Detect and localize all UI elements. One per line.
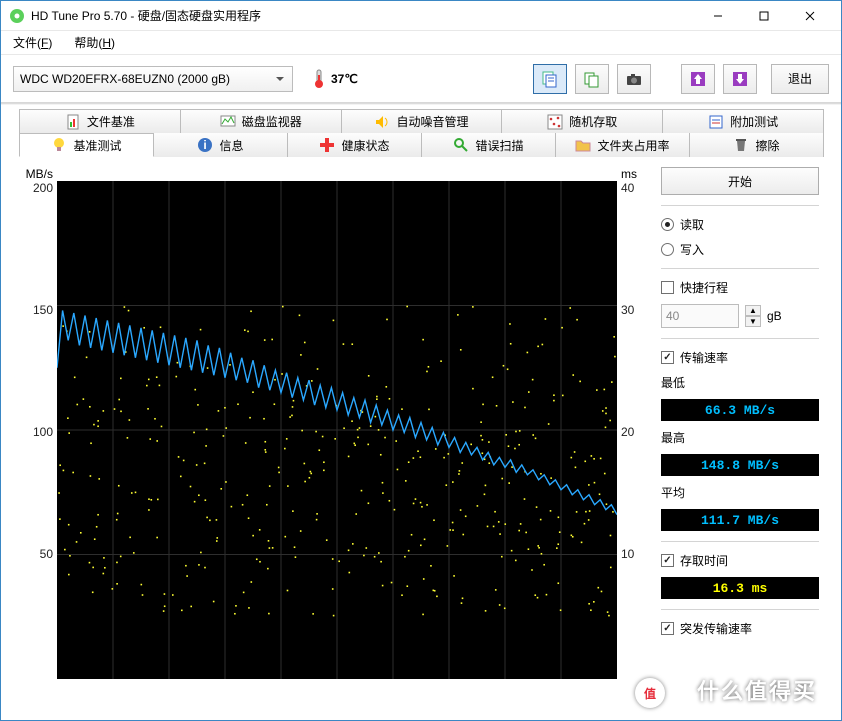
checkbox-icon <box>661 554 674 567</box>
start-button[interactable]: 开始 <box>661 167 819 195</box>
min-label: 最低 <box>661 374 819 391</box>
load-icon <box>731 70 749 88</box>
max-value: 148.8 MB/s <box>661 454 819 476</box>
checkbox-icon <box>661 622 674 635</box>
access-value: 16.3 ms <box>661 577 819 599</box>
menubar: 文件(F) 帮助(H) <box>1 31 841 55</box>
right-panel: 开始 读取 写入 快捷行程 ▲▼ gB 传输速率 最低 66.3 MB/s 最高… <box>661 167 819 679</box>
camera-icon <box>625 70 643 88</box>
tab-container: 文件基准 磁盘监视器 自动噪音管理 随机存取 附加测试 基准测试 i信息 健康状… <box>1 105 841 157</box>
checkbox-burst[interactable]: 突发传输速率 <box>661 620 819 637</box>
spin-down[interactable]: ▼ <box>745 316 761 327</box>
bulb-icon <box>51 137 67 153</box>
minimize-button[interactable] <box>695 1 741 31</box>
tab-disk-monitor[interactable]: 磁盘监视器 <box>180 109 342 133</box>
file-bench-icon <box>65 114 81 130</box>
copy-text-icon <box>541 70 559 88</box>
temperature-display: 37℃ <box>311 69 358 89</box>
tab-erase[interactable]: 擦除 <box>689 133 824 157</box>
health-icon <box>319 137 335 153</box>
spin-up[interactable]: ▲ <box>745 305 761 316</box>
window-title: HD Tune Pro 5.70 - 硬盘/固态硬盘实用程序 <box>31 7 695 24</box>
chart-column: MB/s ms 200 150 100 50 40 30 20 10 <box>17 167 651 679</box>
temperature-value: 37℃ <box>331 72 358 86</box>
y-left-unit: MB/s <box>17 167 57 181</box>
shortstroke-input[interactable] <box>661 304 739 328</box>
max-label: 最高 <box>661 429 819 446</box>
maximize-button[interactable] <box>741 1 787 31</box>
radio-icon <box>661 243 674 256</box>
trash-icon <box>733 137 749 153</box>
tab-error-scan[interactable]: 错误扫描 <box>421 133 556 157</box>
save-button[interactable] <box>681 64 715 94</box>
watermark-logo: 值 <box>635 678 665 708</box>
tab-info[interactable]: i信息 <box>153 133 288 157</box>
extra-icon <box>708 114 724 130</box>
checkbox-transfer[interactable]: 传输速率 <box>661 349 819 366</box>
y-axis-right: 40 30 20 10 <box>617 181 651 679</box>
y-axis-left: 200 150 100 50 <box>17 181 57 679</box>
drive-label: WDC WD20EFRX-68EUZN0 (2000 gB) <box>20 72 230 86</box>
tab-extra-tests[interactable]: 附加测试 <box>662 109 824 133</box>
screenshot-button[interactable] <box>617 64 651 94</box>
toolbar: WDC WD20EFRX-68EUZN0 (2000 gB) 37℃ 退出 <box>1 55 841 103</box>
tab-benchmark[interactable]: 基准测试 <box>19 133 154 157</box>
radio-write[interactable]: 写入 <box>661 241 819 258</box>
min-value: 66.3 MB/s <box>661 399 819 421</box>
drive-selector[interactable]: WDC WD20EFRX-68EUZN0 (2000 gB) <box>13 66 293 92</box>
scan-icon <box>453 137 469 153</box>
folder-icon <box>575 137 591 153</box>
save-icon <box>689 70 707 88</box>
tab-folder-usage[interactable]: 文件夹占用率 <box>555 133 690 157</box>
app-icon <box>9 8 25 24</box>
speaker-icon <box>374 114 390 130</box>
shortstroke-spinner: ▲▼ gB <box>661 304 819 328</box>
copy-sheet-icon <box>583 70 601 88</box>
radio-icon <box>661 218 674 231</box>
tab-random-access[interactable]: 随机存取 <box>501 109 663 133</box>
menu-file[interactable]: 文件(F) <box>9 32 56 53</box>
thermometer-icon <box>311 69 327 89</box>
checkbox-icon <box>661 351 674 364</box>
benchmark-chart <box>57 181 617 679</box>
y-right-unit: ms <box>617 167 651 181</box>
load-button[interactable] <box>723 64 757 94</box>
menu-help[interactable]: 帮助(H) <box>70 32 119 53</box>
titlebar: HD Tune Pro 5.70 - 硬盘/固态硬盘实用程序 <box>1 1 841 31</box>
avg-label: 平均 <box>661 484 819 501</box>
exit-button[interactable]: 退出 <box>771 64 829 94</box>
info-icon: i <box>197 137 213 153</box>
copy-info-button[interactable] <box>533 64 567 94</box>
avg-value: 111.7 MB/s <box>661 509 819 531</box>
close-button[interactable] <box>787 1 833 31</box>
svg-text:i: i <box>204 138 207 152</box>
random-icon <box>547 114 563 130</box>
monitor-icon <box>220 114 236 130</box>
checkbox-shortstroke[interactable]: 快捷行程 <box>661 279 819 296</box>
tab-file-benchmark[interactable]: 文件基准 <box>19 109 181 133</box>
radio-read[interactable]: 读取 <box>661 216 819 233</box>
checkbox-icon <box>661 281 674 294</box>
copy-data-button[interactable] <box>575 64 609 94</box>
checkbox-access[interactable]: 存取时间 <box>661 552 819 569</box>
tab-health[interactable]: 健康状态 <box>287 133 422 157</box>
tab-aam[interactable]: 自动噪音管理 <box>341 109 503 133</box>
